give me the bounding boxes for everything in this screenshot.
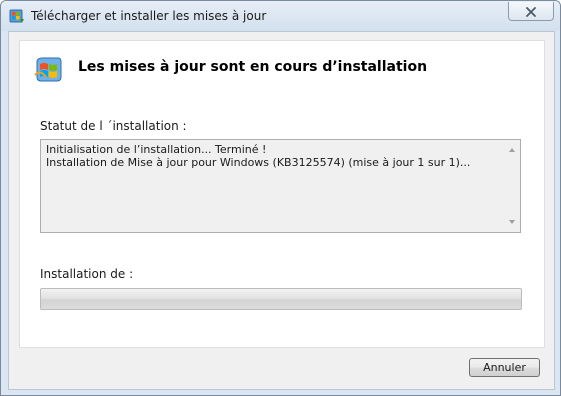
content-panel: Les mises à jour sont en cours d’install…: [19, 40, 545, 348]
page-title: Les mises à jour sont en cours d’install…: [78, 59, 428, 75]
status-log-box[interactable]: Initialisation de l’installation... Term…: [40, 139, 521, 233]
progress-label: Installation de :: [40, 267, 134, 281]
windows-update-large-icon: [34, 55, 64, 85]
dialog-client-area: Les mises à jour sont en cours d’install…: [8, 31, 555, 390]
cancel-button[interactable]: Annuler: [469, 358, 540, 377]
status-label: Statut de l ´installation :: [40, 119, 187, 133]
log-line: Installation de Mise à jour pour Windows…: [46, 156, 471, 169]
status-log-text: Initialisation de l’installation... Term…: [46, 143, 470, 169]
log-scrollbar[interactable]: [504, 140, 520, 232]
title-bar[interactable]: Télécharger et installer les mises à jou…: [1, 1, 560, 31]
log-line: Initialisation de l’installation... Term…: [46, 143, 267, 156]
installation-progress-bar: [40, 288, 522, 310]
close-icon: [526, 2, 536, 21]
scroll-up-arrow-icon[interactable]: [509, 148, 515, 152]
windows-update-icon: [9, 8, 25, 24]
close-button[interactable]: [508, 2, 554, 21]
window-title: Télécharger et installer les mises à jou…: [31, 9, 267, 23]
dialog-window: Télécharger et installer les mises à jou…: [0, 0, 561, 396]
scroll-down-arrow-icon[interactable]: [509, 220, 515, 224]
